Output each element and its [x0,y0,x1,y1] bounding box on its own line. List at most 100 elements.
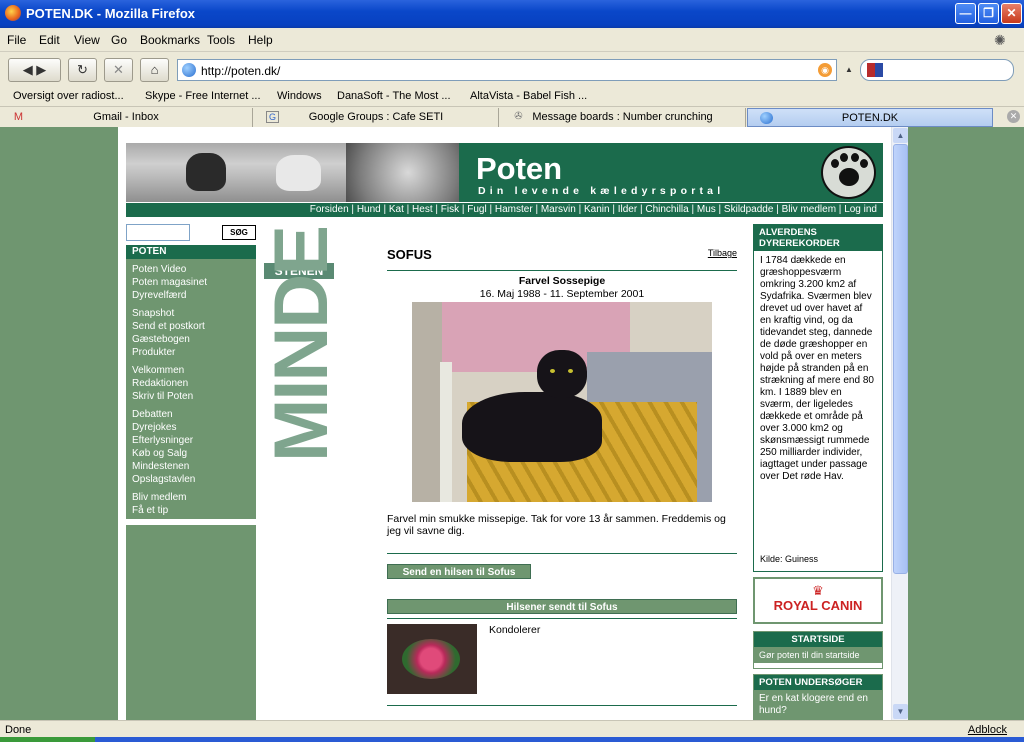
topnav-link[interactable]: Forsiden [310,204,349,215]
separator: | [348,204,357,215]
topnav-link[interactable]: Hamster [495,204,533,215]
send-greeting-button[interactable]: Send en hilsen til Sofus [387,564,531,579]
left-nav-link[interactable]: Skriv til Poten [132,391,193,402]
topnav-link[interactable]: Ilder [618,204,637,215]
page-viewport: Poten Din levende kæledyrsportal Forside… [0,127,1024,720]
satellite-icon: ✇ [514,111,523,122]
left-nav-link[interactable]: Redaktionen [132,378,188,389]
left-nav-link[interactable]: Opslagstavlen [132,474,195,485]
startside-box: STARTSIDE Gør poten til din startside [753,631,883,669]
bookmark-item[interactable]: AltaVista - Babel Fish ... [470,90,587,102]
loading-throbber-icon: ✺ [994,32,1006,48]
royal-canin-label: ROYAL CANIN [773,598,863,613]
topnav-link[interactable]: Fisk [441,204,459,215]
topnav-link[interactable]: Fugl [467,204,486,215]
tab-gmail[interactable]: M Gmail - Inbox [0,108,253,127]
firefox-icon [5,5,21,21]
left-nav-link[interactable]: Produkter [132,347,175,358]
minimize-button[interactable]: — [955,3,976,24]
topnav-link[interactable]: Mus [697,204,716,215]
topnav-link[interactable]: Bliv medlem [782,204,836,215]
left-nav-link[interactable]: Gæstebogen [132,334,190,345]
web-search-input[interactable] [860,59,1014,81]
left-nav-link[interactable]: Bliv medlem [132,492,186,503]
home-button[interactable]: ⌂ [140,58,169,82]
poten-page: Poten Din levende kæledyrsportal Forside… [118,127,891,720]
topnav-link[interactable]: Log ind [844,204,877,215]
url-dropdown-icon[interactable]: ▲ [845,65,853,74]
paw-logo-icon [821,146,876,199]
bookmark-item[interactable]: Windows [277,90,322,102]
topnav-link[interactable]: Skildpadde [724,204,773,215]
topnav-link[interactable]: Kanin [584,204,610,215]
left-nav-link[interactable]: Dyrejokes [132,422,176,433]
left-nav-link[interactable]: Velkommen [132,365,184,376]
topnav-link[interactable]: Hest [412,204,433,215]
adblock-link[interactable]: Adblock [968,724,1007,736]
site-logo[interactable]: Poten [476,151,562,187]
topnav-link[interactable]: Marsvin [541,204,576,215]
scroll-down-icon[interactable]: ▼ [893,704,908,719]
menu-view[interactable]: View [74,33,100,47]
left-nav-link[interactable]: Køb og Salg [132,448,187,459]
records-header: ALVERDENS DYREREKORDER [754,225,882,251]
tab-bar: M Gmail - Inbox G Google Groups : Cafe S… [0,106,1024,127]
menu-bar: File Edit View Go Bookmarks Tools Help ✺ [0,28,1024,52]
records-body: I 1784 dækkede en græshoppesværm omkring… [760,255,874,482]
separator: | [575,204,584,215]
separator: | [688,204,697,215]
tab-poten[interactable]: POTEN.DK [747,108,993,127]
close-button[interactable]: ✕ [1001,3,1022,24]
left-nav-link[interactable]: Mindestenen [132,461,189,472]
left-nav-link[interactable]: Få et tip [132,505,168,516]
separator: | [432,204,441,215]
startside-header: STARTSIDE [754,632,882,647]
bookmark-item[interactable]: DanaSoft - The Most ... [337,90,451,102]
bookmarks-toolbar: Oversigt over radiost... Skype - Free In… [0,88,1024,106]
back-link[interactable]: Tilbage [708,248,737,258]
memorial-content: SOFUS Tilbage Farvel Sossepige 16. Maj 1… [387,247,737,720]
reload-button[interactable]: ↻ [68,58,97,82]
tab-google-groups[interactable]: G Google Groups : Cafe SETI [254,108,499,127]
separator: | [836,204,845,215]
topnav-link[interactable]: Kat [389,204,404,215]
menu-file[interactable]: File [7,33,26,47]
undersoeger-link[interactable]: Er en kat klogere end en hund? [754,690,882,720]
url-bar[interactable]: http://poten.dk/ ◉ [177,59,837,81]
vertical-scrollbar[interactable]: ▲ ▼ [891,127,908,720]
left-nav-link[interactable]: Poten magasinet [132,277,207,288]
undersoeger-header: POTEN UNDERSØGER [754,675,882,690]
back-forward-button[interactable]: ◀ ▶ [8,58,61,82]
scroll-up-icon[interactable]: ▲ [893,128,908,143]
search-engine-icon[interactable] [867,63,883,77]
search-button[interactable]: SØG [222,225,256,240]
topnav-link[interactable]: Hund [357,204,381,215]
royal-canin-ad[interactable]: ♛ ROYAL CANIN [753,577,883,624]
stop-button[interactable]: ✕ [104,58,133,82]
left-nav-link[interactable]: Efterlysninger [132,435,193,446]
menu-help[interactable]: Help [248,33,273,47]
tab-label: Gmail - Inbox [93,111,159,123]
site-search-input[interactable] [126,224,190,241]
menu-go[interactable]: Go [111,33,127,47]
left-nav-link[interactable]: Send et postkort [132,321,205,332]
scroll-thumb[interactable] [893,144,908,574]
close-tab-icon[interactable]: ✕ [1007,110,1020,123]
tab-label: Message boards : Number crunching [532,111,713,123]
feed-icon[interactable]: ◉ [818,63,832,77]
menu-edit[interactable]: Edit [39,33,60,47]
left-nav-link[interactable]: Snapshot [132,308,174,319]
topnav-link[interactable]: Chinchilla [645,204,688,215]
menu-tools[interactable]: Tools [207,33,235,47]
left-nav-link[interactable]: Dyrevelfærd [132,290,186,301]
separator: | [532,204,541,215]
menu-bookmarks[interactable]: Bookmarks [140,33,200,47]
left-nav-link[interactable]: Debatten [132,409,173,420]
bookmark-item[interactable]: Skype - Free Internet ... [145,90,261,102]
startside-link[interactable]: Gør poten til din startside [754,647,882,663]
tab-message-boards[interactable]: ✇ Message boards : Number crunching [500,108,746,127]
url-text[interactable]: http://poten.dk/ [201,64,280,78]
left-nav-link[interactable]: Poten Video [132,264,186,275]
maximize-button[interactable]: ❐ [978,3,999,24]
bookmark-item[interactable]: Oversigt over radiost... [13,90,124,102]
